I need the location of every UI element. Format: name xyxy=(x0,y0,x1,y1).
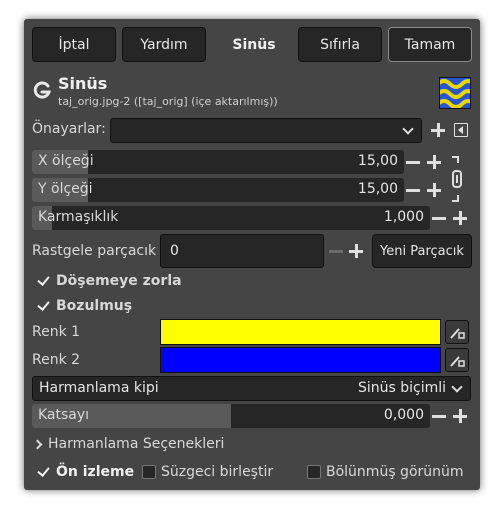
y-scale-value: 15,00 xyxy=(357,181,398,197)
chevron-right-icon xyxy=(32,439,43,450)
sinus-dialog: İptal Yardım Sinüs Sıfırla Tamam Sinüs t… xyxy=(24,19,480,490)
merge-filter-checkbox[interactable] xyxy=(142,465,156,479)
exponent-label: Katsayı xyxy=(38,407,90,423)
complexity-slider[interactable]: Karmaşıklık 1,000 xyxy=(32,206,430,230)
chevron-down-icon xyxy=(402,123,414,135)
force-tiling-label: Döşemeye zorla xyxy=(56,273,182,289)
filter-title: Sinüs xyxy=(58,74,108,93)
chevron-down-icon xyxy=(451,381,463,393)
y-scale-increase-icon[interactable] xyxy=(426,182,442,198)
blend-mode-combo[interactable]: Harmanlama kipi Sinüs biçimli xyxy=(32,376,471,401)
random-seed-label: Rastgele parçacık xyxy=(32,243,157,259)
blend-options-expander[interactable]: Harmanlama Seçenekleri xyxy=(32,436,272,456)
random-seed-input[interactable]: 0 xyxy=(160,234,324,268)
x-scale-label: X ölçeği xyxy=(38,153,94,169)
sinus-preview-thumbnail xyxy=(439,77,471,109)
blend-options-label: Harmanlama Seçenekleri xyxy=(48,436,225,452)
add-preset-icon[interactable] xyxy=(430,122,446,138)
color1-swatch[interactable] xyxy=(160,319,441,345)
exponent-value: 0,000 xyxy=(383,407,424,423)
help-button[interactable]: Yardım xyxy=(122,27,206,62)
preview-label: Ön izleme xyxy=(56,464,135,480)
presets-combo[interactable] xyxy=(110,118,422,143)
seed-decrease-icon[interactable] xyxy=(328,243,344,259)
preset-menu-icon[interactable] xyxy=(454,123,468,137)
random-seed-value: 0 xyxy=(170,243,179,259)
complexity-increase-icon[interactable] xyxy=(452,210,468,226)
complexity-value: 1,000 xyxy=(383,209,424,225)
distorted-checkbox[interactable] xyxy=(37,299,51,313)
exponent-slider[interactable]: Katsayı 0,000 xyxy=(32,404,430,428)
y-scale-label: Y ölçeği xyxy=(38,181,93,197)
dialog-title: Sinüs xyxy=(232,36,276,53)
complexity-decrease-icon[interactable] xyxy=(431,210,447,226)
exponent-decrease-icon[interactable] xyxy=(431,408,447,424)
image-subtitle: taj_orig.jpg-2 ([taj_orig] (içe aktarılm… xyxy=(58,95,278,108)
x-scale-increase-icon[interactable] xyxy=(426,154,442,170)
color2-swatch[interactable] xyxy=(160,347,441,373)
cancel-button[interactable]: İptal xyxy=(32,27,116,62)
force-tiling-checkbox[interactable] xyxy=(37,274,51,288)
reset-button[interactable]: Sıfırla xyxy=(298,27,382,62)
exponent-increase-icon[interactable] xyxy=(452,408,468,424)
complexity-label: Karmaşıklık xyxy=(38,209,119,225)
color2-picker-button[interactable] xyxy=(445,348,469,372)
ok-button[interactable]: Tamam xyxy=(388,27,472,62)
chain-link-icon[interactable] xyxy=(450,155,464,203)
merge-filter-label: Süzgeci birleştir xyxy=(161,464,274,480)
x-scale-slider[interactable]: X ölçeği 15,00 xyxy=(32,150,404,174)
x-scale-value: 15,00 xyxy=(357,153,398,169)
color1-label: Renk 1 xyxy=(32,324,81,340)
blend-mode-value: Sinüs biçimli xyxy=(357,380,446,396)
color2-label: Renk 2 xyxy=(32,352,81,368)
y-scale-decrease-icon[interactable] xyxy=(405,182,421,198)
gimp-g-icon xyxy=(33,81,52,99)
new-seed-button[interactable]: Yeni Parçacık xyxy=(372,234,472,268)
seed-increase-icon[interactable] xyxy=(348,243,364,259)
preview-checkbox[interactable] xyxy=(37,465,51,479)
x-scale-decrease-icon[interactable] xyxy=(405,154,421,170)
eyedropper-icon xyxy=(450,328,465,339)
presets-label: Önayarlar: xyxy=(32,121,106,137)
y-scale-slider[interactable]: Y ölçeği 15,00 xyxy=(32,178,404,202)
distorted-label: Bozulmuş xyxy=(56,298,133,314)
eyedropper-icon xyxy=(450,356,465,367)
split-view-checkbox[interactable] xyxy=(307,465,321,479)
color1-picker-button[interactable] xyxy=(445,320,469,344)
blend-mode-label: Harmanlama kipi xyxy=(39,380,159,396)
split-view-label: Bölünmüş görünüm xyxy=(326,464,464,480)
